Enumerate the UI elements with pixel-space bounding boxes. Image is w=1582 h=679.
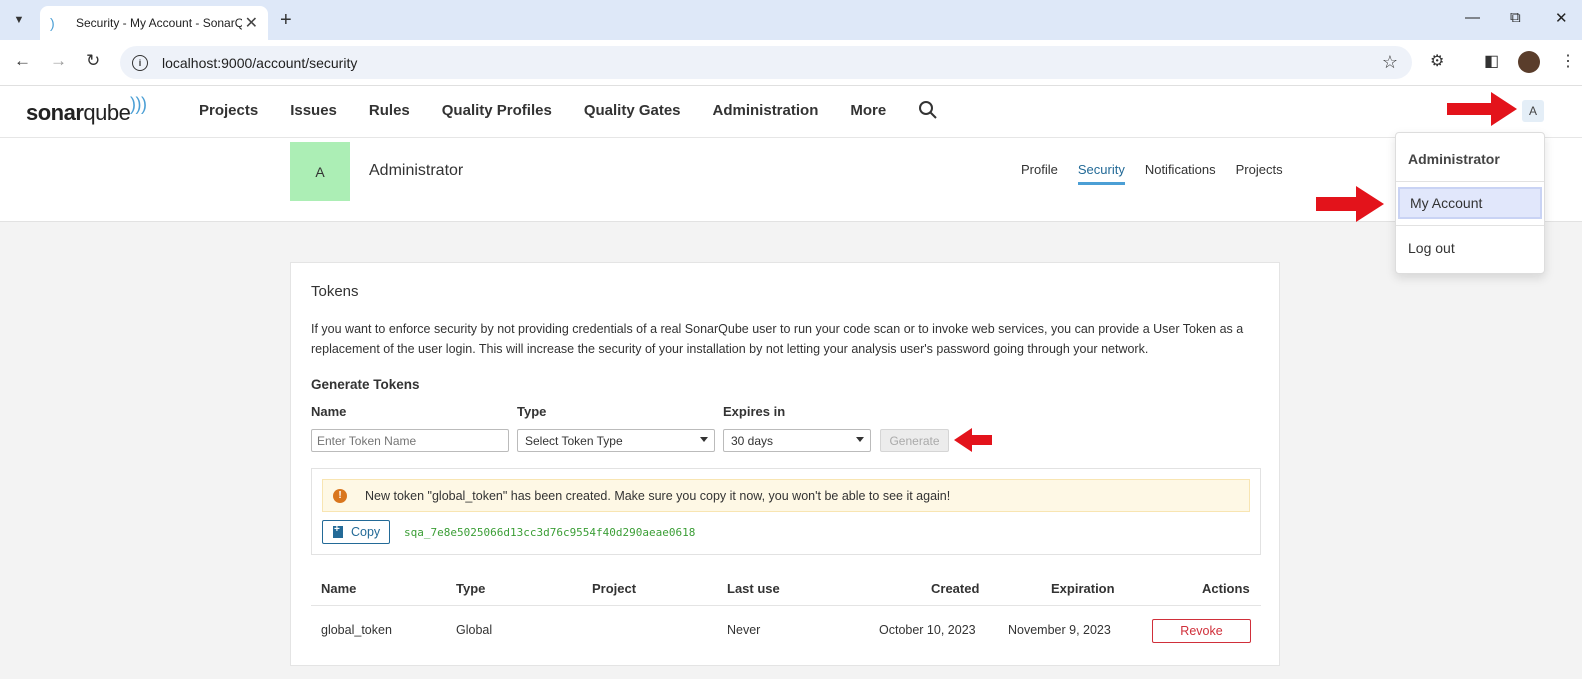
- expires-label: Expires in: [723, 404, 786, 419]
- my-account-link[interactable]: My Account: [1398, 187, 1542, 219]
- tab-title: Security - My Account - SonarQube: [76, 16, 242, 30]
- logo-text-light: qube: [83, 100, 131, 125]
- row-type: Global: [456, 623, 493, 637]
- logo-wave-icon: ))): [130, 94, 147, 114]
- dropdown-divider: [1396, 225, 1544, 226]
- col-last-use: Last use: [727, 581, 780, 596]
- minimize-icon[interactable]: —: [1465, 9, 1480, 26]
- copy-label: Copy: [351, 525, 381, 539]
- logo-text-bold: sonar: [26, 100, 84, 125]
- side-panel-icon[interactable]: ◧: [1484, 51, 1499, 71]
- tokens-card: Tokens If you want to enforce security b…: [290, 262, 1280, 666]
- col-name: Name: [321, 581, 357, 596]
- expires-value: 30 days: [731, 433, 774, 448]
- copy-icon: [333, 524, 343, 538]
- close-window-icon[interactable]: ✕: [1555, 9, 1568, 27]
- site-info-icon[interactable]: i: [132, 54, 148, 71]
- col-expiration: Expiration: [1051, 581, 1115, 596]
- new-tab-button[interactable]: +: [280, 9, 292, 31]
- type-label: Type: [517, 404, 547, 419]
- row-last-use: Never: [727, 623, 761, 637]
- forward-icon[interactable]: →: [50, 51, 67, 71]
- tokens-description: If you want to enforce security by not p…: [311, 322, 1244, 356]
- token-type-select[interactable]: Select Token Type: [517, 429, 715, 452]
- logout-link[interactable]: Log out: [1398, 232, 1542, 264]
- bookmark-star-icon[interactable]: ☆: [1382, 52, 1398, 73]
- dropdown-username: Administrator: [1408, 151, 1500, 167]
- extensions-icon[interactable]: ⚙: [1430, 51, 1444, 71]
- table-row: global_token Global Never October 10, 20…: [311, 606, 1261, 654]
- nav-quality-gates[interactable]: Quality Gates: [584, 102, 681, 119]
- col-created: Created: [931, 581, 980, 596]
- tab-notifications[interactable]: Notifications: [1145, 162, 1216, 185]
- url-text: localhost:9000/account/security: [162, 54, 358, 71]
- user-avatar-button[interactable]: A: [1522, 100, 1544, 122]
- nav-rules[interactable]: Rules: [369, 102, 410, 119]
- row-expiration: November 9, 2023: [1008, 623, 1111, 637]
- revoke-button[interactable]: Revoke: [1152, 619, 1251, 643]
- tab-search-button[interactable]: ▼: [6, 8, 32, 32]
- search-icon[interactable]: [918, 100, 938, 120]
- generate-tokens-title: Generate Tokens: [311, 377, 420, 392]
- generate-button[interactable]: Generate: [880, 429, 949, 452]
- account-avatar: A: [290, 142, 350, 201]
- row-name: global_token: [321, 623, 392, 637]
- nav-issues[interactable]: Issues: [290, 102, 337, 119]
- annotation-arrow-icon: [1316, 186, 1384, 222]
- restore-icon[interactable]: ⧉: [1510, 9, 1521, 26]
- token-type-value: Select Token Type: [525, 433, 623, 448]
- alert-text: New token "global_token" has been create…: [365, 488, 951, 503]
- dropdown-divider: [1396, 181, 1544, 182]
- tokens-table: Name Type Project Last use Created Expir…: [311, 576, 1261, 654]
- name-label: Name: [311, 404, 347, 419]
- nav-quality-profiles[interactable]: Quality Profiles: [442, 102, 552, 119]
- nav-projects[interactable]: Projects: [199, 102, 258, 119]
- tab-close-icon[interactable]: ✕: [245, 13, 258, 33]
- chevron-down-icon: [700, 437, 708, 442]
- table-header: Name Type Project Last use Created Expir…: [311, 576, 1261, 606]
- chevron-down-icon: [856, 437, 864, 442]
- expires-select[interactable]: 30 days: [723, 429, 871, 452]
- annotation-arrow-icon: [1447, 92, 1517, 126]
- nav-administration[interactable]: Administration: [713, 102, 819, 119]
- nav-more[interactable]: More: [850, 102, 886, 119]
- browser-tab[interactable]: ) Security - My Account - SonarQube ✕: [40, 6, 268, 40]
- token-created-alert: ! New token "global_token" has been crea…: [322, 479, 1250, 512]
- browser-tabstrip: ▼ ) Security - My Account - SonarQube ✕ …: [0, 0, 1582, 40]
- browser-toolbar: ← → ↻ i localhost:9000/account/security …: [0, 40, 1582, 86]
- tab-projects[interactable]: Projects: [1236, 162, 1283, 185]
- tokens-title: Tokens: [311, 283, 359, 300]
- warning-icon: !: [333, 488, 347, 503]
- user-dropdown-menu: Administrator My Account Log out: [1395, 132, 1545, 274]
- copy-button[interactable]: Copy: [322, 520, 390, 544]
- account-name: Administrator: [369, 162, 464, 179]
- tab-profile[interactable]: Profile: [1021, 162, 1058, 185]
- address-bar[interactable]: i localhost:9000/account/security ☆: [120, 46, 1412, 79]
- annotation-arrow-icon: [954, 428, 992, 452]
- row-created: October 10, 2023: [879, 623, 976, 637]
- sonarqube-logo[interactable]: sonarqube ))): [26, 94, 147, 126]
- new-token-box: ! New token "global_token" has been crea…: [311, 468, 1261, 555]
- profile-avatar[interactable]: [1518, 51, 1540, 73]
- token-value: sqa_7e8e5025066d13cc3d76c9554f40d290aeae…: [404, 526, 696, 539]
- tab-security[interactable]: Security: [1077, 162, 1125, 185]
- account-tabs: Profile Security Notifications Projects: [1021, 162, 1303, 185]
- col-actions: Actions: [1202, 581, 1250, 596]
- token-name-input[interactable]: [311, 429, 509, 452]
- menu-kebab-icon[interactable]: ⋮: [1560, 51, 1576, 71]
- sonarqube-favicon-icon: ): [50, 15, 55, 31]
- back-icon[interactable]: ←: [14, 51, 31, 71]
- main-menu: Projects Issues Rules Quality Profiles Q…: [199, 102, 918, 119]
- sonarqube-navbar: sonarqube ))) Projects Issues Rules Qual…: [0, 86, 1582, 138]
- col-project: Project: [592, 581, 637, 596]
- reload-icon[interactable]: ↻: [86, 51, 100, 71]
- col-type: Type: [456, 581, 486, 596]
